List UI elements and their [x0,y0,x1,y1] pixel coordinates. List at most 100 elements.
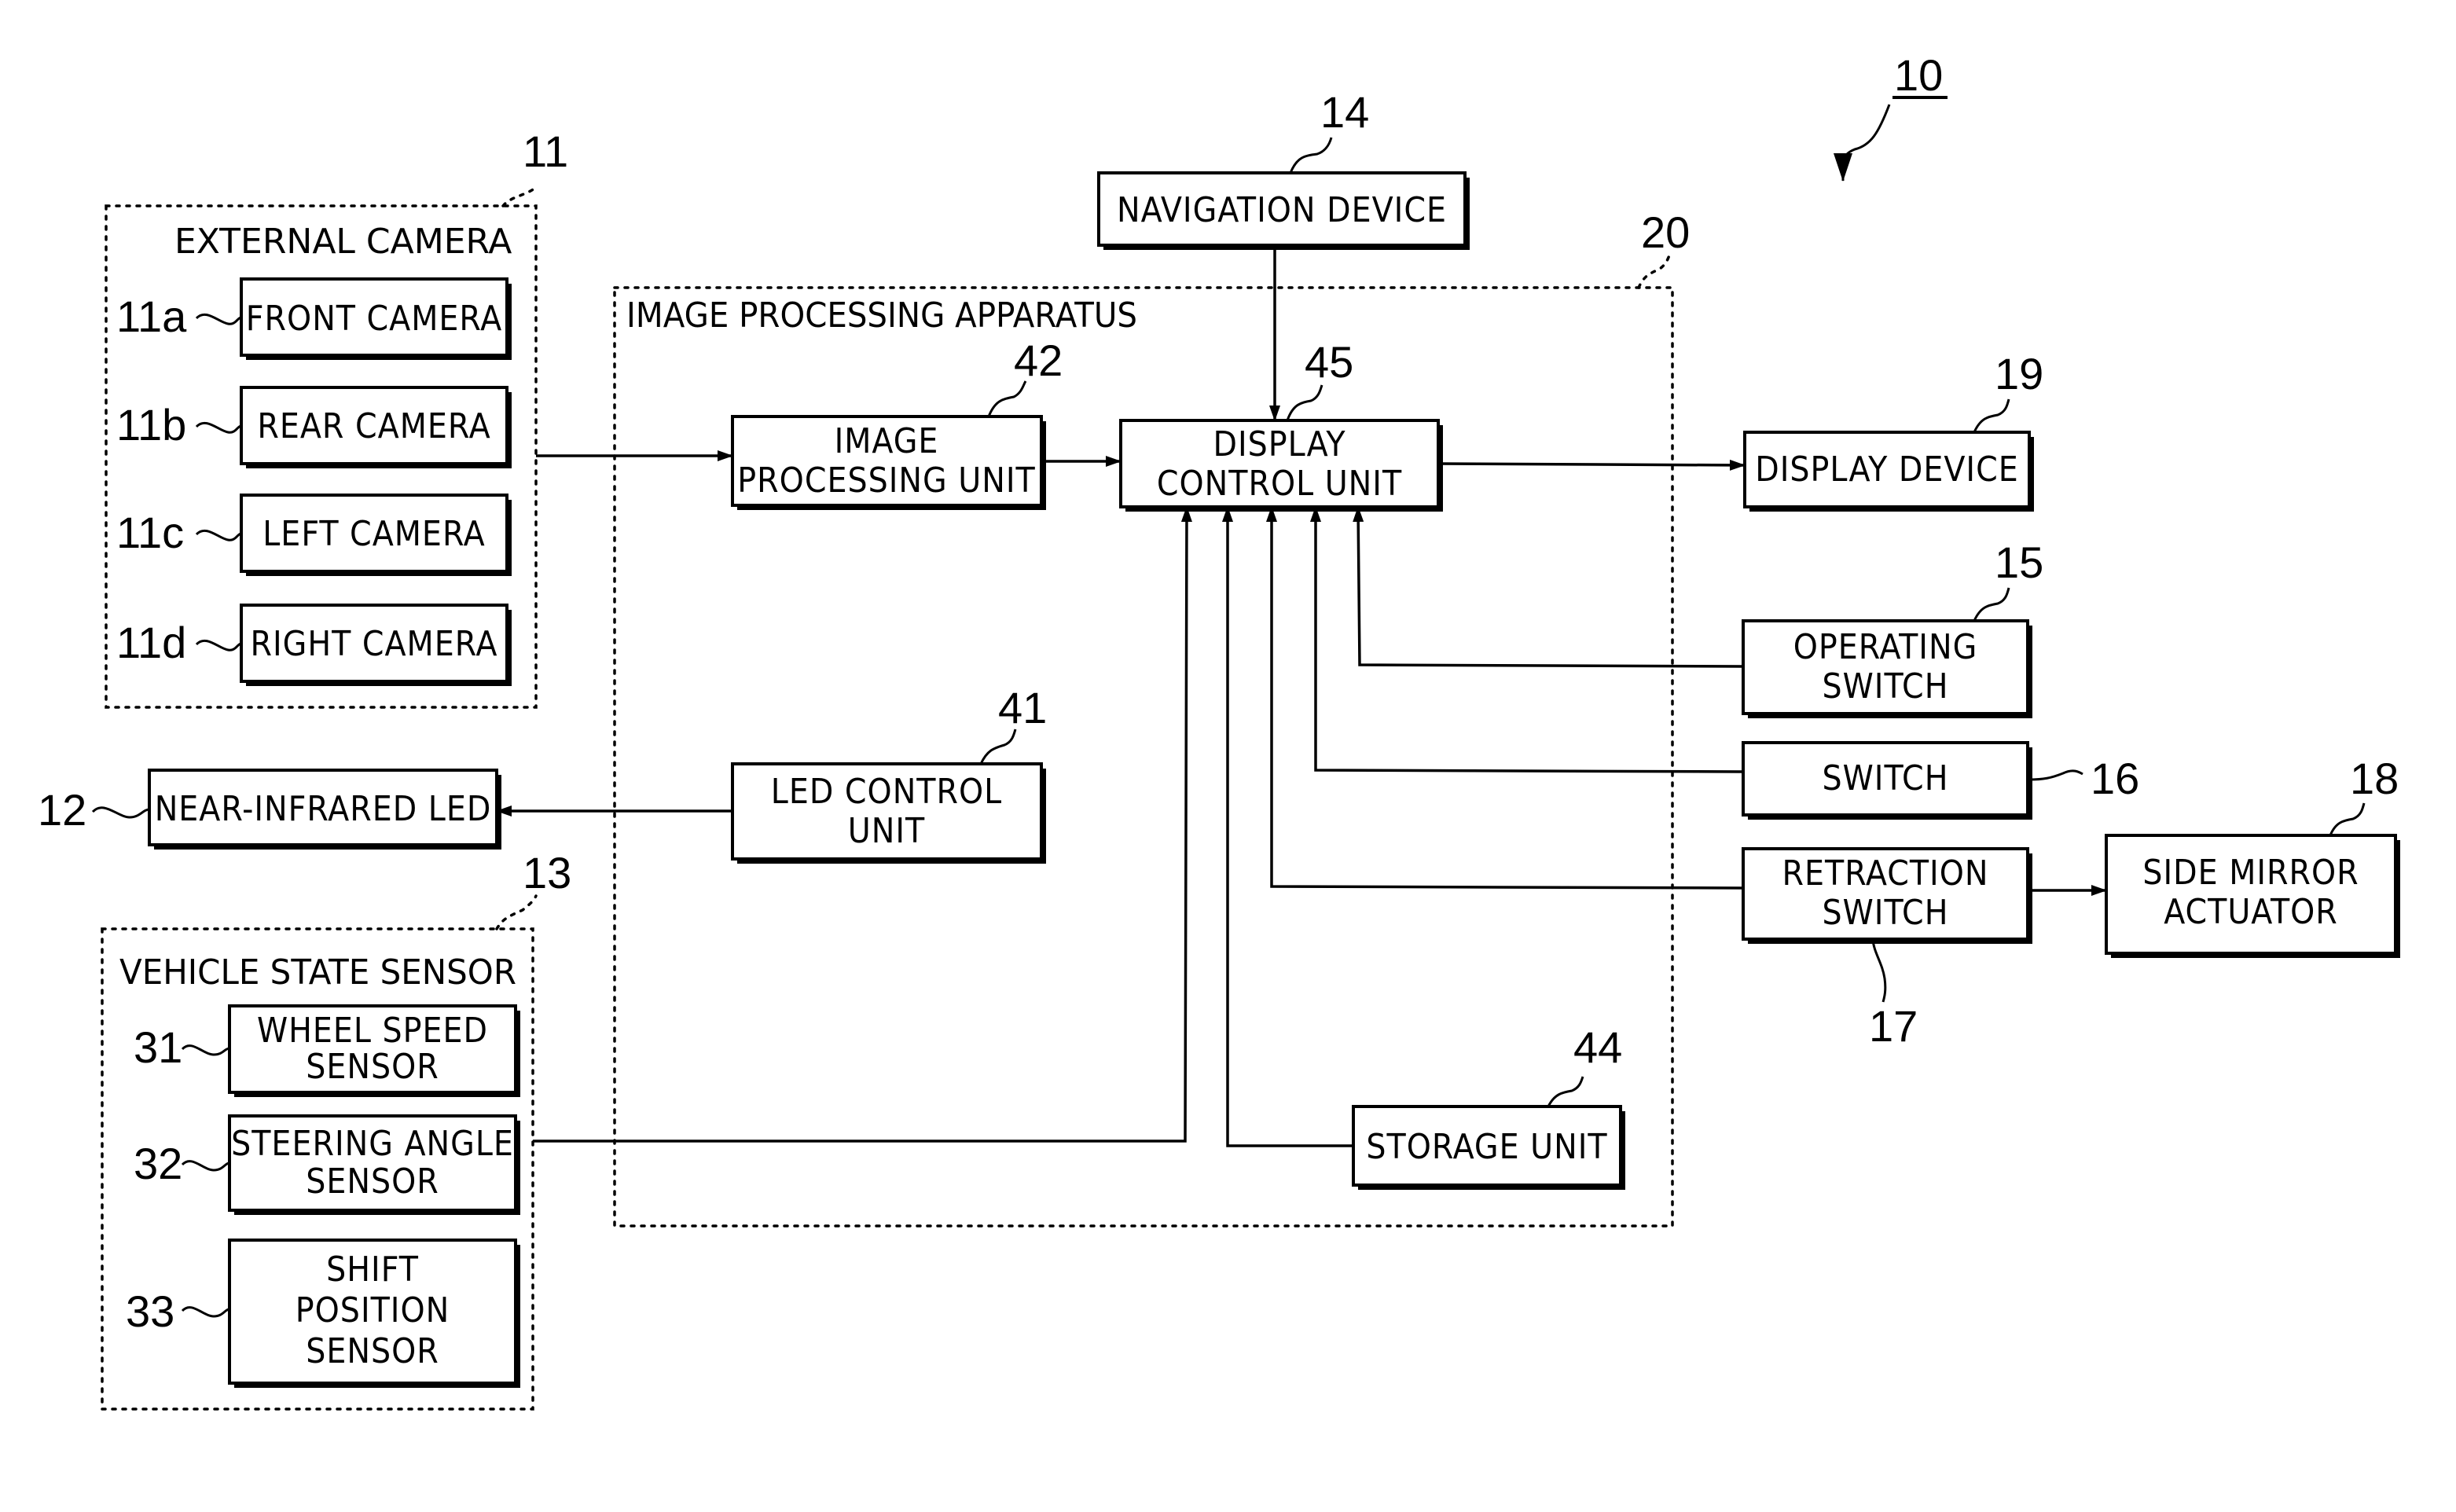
wheel-speed-sensor-label-line-1: WHEEL SPEED [257,1011,488,1051]
operating-switch-label-line-2: SWITCH [1823,666,1949,706]
wheel-speed-sensor-block[interactable]: WHEEL SPEED SENSOR 31 [134,1004,520,1097]
steering-angle-sensor-label-line-1: STEERING ANGLE [231,1124,514,1164]
figure-reference: 10 [1833,50,1948,182]
left-camera-ref-lead [195,529,242,541]
steering-angle-sensor-label-line-2: SENSOR [306,1162,439,1202]
side-mirror-actuator-label-line-1: SIDE MIRROR [2142,853,2359,893]
switch-ref: 16 [2091,754,2139,803]
front-camera-label: FRONT CAMERA [246,299,502,339]
figure-ref-number: 10 [1894,50,1943,100]
switch-block[interactable]: SWITCH 16 [1742,741,2139,820]
connection-retraction-switch-to-display-control [1266,506,1744,890]
image-processing-unit-label-line-1: IMAGE [835,421,939,461]
side-mirror-actuator-label-line-2: ACTUATOR [2164,892,2338,932]
wheel-speed-sensor-label-line-2: SENSOR [306,1047,439,1087]
navigation-device-label: NAVIGATION DEVICE [1117,190,1447,230]
led-control-unit-block[interactable]: LED CONTROL UNIT 41 [731,683,1047,864]
operating-switch-block[interactable]: OPERATING SWITCH 15 [1742,538,2043,718]
display-control-unit-block[interactable]: DISPLAY CONTROL UNIT 45 [1119,337,1443,512]
storage-unit-ref-lead [1547,1076,1584,1107]
led-control-unit-label-line-1: LED CONTROL [771,772,1002,812]
external-camera-ref-lead [501,187,536,207]
rear-camera-block[interactable]: REAR CAMERA 11b [116,386,512,468]
navigation-device-ref: 14 [1320,87,1369,137]
retraction-switch-ref: 17 [1869,1001,1918,1051]
operating-switch-ref-lead [1973,587,2010,622]
rear-camera-label: REAR CAMERA [257,406,490,446]
connection-switch-to-display-control [1310,506,1744,773]
storage-unit-block[interactable]: STORAGE UNIT 44 [1352,1022,1625,1190]
display-control-unit-label-line-1: DISPLAY [1213,424,1345,464]
front-camera-ref: 11a [116,292,187,341]
image-processing-apparatus-ref-lead [1637,254,1671,289]
image-processing-unit-ref: 42 [1014,336,1063,385]
rear-camera-ref-lead [195,421,242,434]
display-device-ref: 19 [1995,349,2043,398]
right-camera-ref-lead [195,639,242,651]
image-processing-apparatus-title: IMAGE PROCESSING APPARATUS [626,295,1137,336]
steering-angle-sensor-block[interactable]: STEERING ANGLE SENSOR 32 [134,1114,520,1215]
navigation-device-block[interactable]: NAVIGATION DEVICE 14 [1097,87,1470,250]
storage-unit-label: STORAGE UNIT [1366,1127,1607,1167]
wheel-speed-sensor-ref-lead [181,1044,230,1056]
display-control-unit-ref-lead [1286,384,1323,421]
display-control-unit-ref: 45 [1305,337,1353,387]
block-diagram: 10 EXTERNAL CAMERA 11 FRONT CAMERA 11a R… [38,50,2400,1411]
left-camera-block[interactable]: LEFT CAMERA 11c [116,494,512,576]
vehicle-state-sensor-title: VEHICLE STATE SENSOR [119,952,516,993]
side-mirror-actuator-block[interactable]: SIDE MIRROR ACTUATOR 18 [2105,754,2400,958]
wheel-speed-sensor-ref: 31 [134,1022,182,1072]
image-processing-unit-ref-lead [987,380,1027,417]
connection-storage-to-display-control [1222,506,1353,1147]
retraction-switch-ref-lead [1871,938,1887,1003]
external-camera-title: EXTERNAL CAMERA [174,222,512,262]
vehicle-state-sensor-group: VEHICLE STATE SENSOR 13 WHEEL SPEED SENS… [101,848,571,1411]
near-infrared-led-ref: 12 [38,785,86,835]
retraction-switch-block[interactable]: RETRACTION SWITCH 17 [1742,847,2032,1051]
shift-position-sensor-label-line-1: SHIFT [326,1250,419,1290]
image-processing-apparatus-ref: 20 [1641,207,1690,257]
image-processing-apparatus-group: IMAGE PROCESSING APPARATUS 20 IMAGE PROC… [613,207,1690,1228]
side-mirror-actuator-ref-lead [2329,802,2366,836]
display-device-ref-lead [1973,398,2010,433]
near-infrared-led-ref-lead [91,806,150,819]
right-camera-block[interactable]: RIGHT CAMERA 11d [116,604,512,686]
steering-angle-sensor-ref-lead [181,1160,230,1172]
led-control-unit-label-line-2: UNIT [848,811,925,851]
operating-switch-ref: 15 [1995,538,2043,587]
switch-label: SWITCH [1823,758,1949,798]
left-camera-ref: 11c [116,508,184,557]
shift-position-sensor-ref-lead [181,1306,230,1318]
figure-ref-arrow [1833,104,1891,182]
switch-ref-lead [2028,769,2083,781]
shift-position-sensor-ref: 33 [126,1286,174,1336]
shift-position-sensor-block[interactable]: SHIFT POSITION SENSOR 33 [126,1239,520,1388]
navigation-device-ref-lead [1289,137,1333,174]
connection-display-control-to-display-device [1437,459,1746,471]
front-camera-ref-lead [195,313,242,325]
vehicle-state-sensor-ref: 13 [523,848,571,897]
image-processing-unit-block[interactable]: IMAGE PROCESSING UNIT 42 [731,336,1063,510]
retraction-switch-label-line-1: RETRACTION [1782,853,1989,894]
display-device-block[interactable]: DISPLAY DEVICE 19 [1743,349,2043,512]
retraction-switch-label-line-2: SWITCH [1823,893,1949,933]
near-infrared-led-label: NEAR-INFRARED LED [155,789,492,829]
operating-switch-label-line-1: OPERATING [1793,627,1978,667]
right-camera-label: RIGHT CAMERA [250,624,497,664]
storage-unit-ref: 44 [1573,1022,1622,1072]
led-control-unit-ref: 41 [998,683,1047,732]
front-camera-block[interactable]: FRONT CAMERA 11a [116,277,512,360]
side-mirror-actuator-ref: 18 [2350,754,2399,803]
shift-position-sensor-label-line-2: POSITION [296,1290,450,1330]
led-control-unit-ref-lead [979,728,1017,765]
rear-camera-ref: 11b [116,400,186,450]
vehicle-state-sensor-ref-lead [495,894,538,930]
connection-operating-switch-to-display-control [1353,506,1744,668]
left-camera-label: LEFT CAMERA [262,514,485,554]
steering-angle-sensor-ref: 32 [134,1139,182,1188]
display-device-label: DISPLAY DEVICE [1755,450,2019,490]
display-control-unit-label-line-2: CONTROL UNIT [1157,464,1402,504]
external-camera-group: EXTERNAL CAMERA 11 FRONT CAMERA 11a REAR… [105,127,568,709]
near-infrared-led-block[interactable]: NEAR-INFRARED LED 12 [38,769,501,850]
image-processing-unit-label-line-2: PROCESSING UNIT [737,461,1035,501]
